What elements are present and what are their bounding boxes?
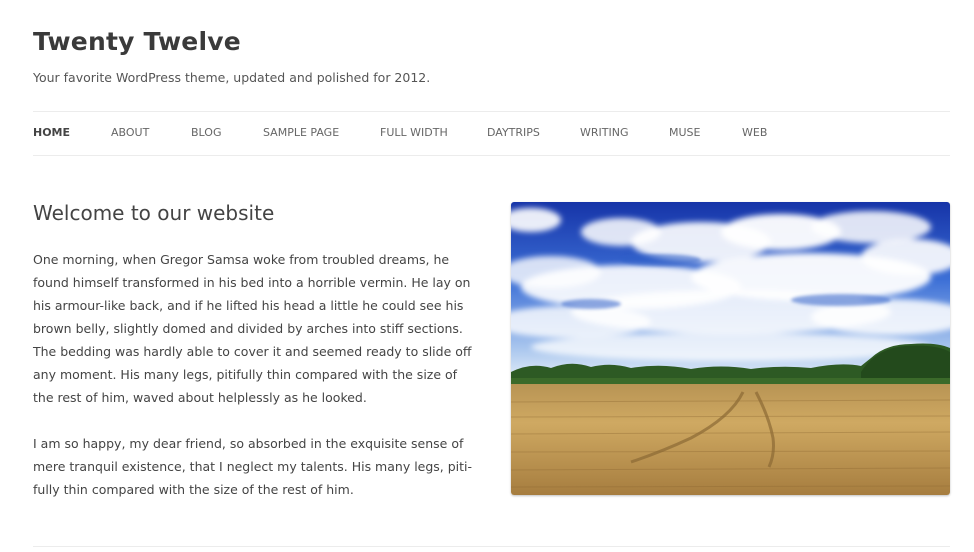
text-line: The bedding was hardly able to cover it … (33, 344, 472, 359)
text-line: brown belly, slightly domed and divided … (33, 321, 463, 336)
entry-content: One morning, when Gregor Samsa woke from… (33, 248, 493, 524)
entry-title: Welcome to our website (33, 201, 275, 225)
nav-item-web[interactable]: WEB (742, 126, 767, 139)
footer-divider (33, 546, 950, 547)
text-line: mere tranquil existence, that I neglect … (33, 459, 473, 474)
text-line: the rest of him, waved about helplessly … (33, 390, 367, 405)
text-line: I am so happy, my dear friend, so absorb… (33, 436, 464, 451)
nav-divider (33, 155, 950, 156)
nav-item-home[interactable]: HOME (33, 126, 70, 139)
paragraph-2: I am so happy, my dear friend, so absorb… (33, 432, 493, 501)
nav-item-blog[interactable]: BLOG (191, 126, 221, 139)
site-description: Your favorite WordPress theme, updated a… (33, 70, 431, 85)
nav-item-sample-page[interactable]: SAMPLE PAGE (263, 126, 339, 139)
landscape-illustration (511, 202, 950, 495)
text-line: his armour-like back, and if he lifted h… (33, 298, 464, 313)
nav-item-full-width[interactable]: FULL WIDTH (380, 126, 448, 139)
paragraph-1: One morning, when Gregor Samsa woke from… (33, 248, 493, 409)
text-line: One morning, when Gregor Samsa woke from… (33, 252, 450, 267)
nav-item-writing[interactable]: WRITING (580, 126, 628, 139)
nav-item-about[interactable]: ABOUT (111, 126, 149, 139)
text-line: found himself transformed in his bed int… (33, 275, 471, 290)
header-divider (33, 111, 950, 112)
nav-item-muse[interactable]: MUSE (669, 126, 700, 139)
site-title[interactable]: Twenty Twelve (33, 27, 241, 56)
nav-item-daytrips[interactable]: DAYTRIPS (487, 126, 540, 139)
featured-image-wheat-field (511, 202, 950, 495)
text-line: any moment. His many legs, pitifully thi… (33, 367, 458, 382)
text-line: fully thin compared with the size of the… (33, 482, 354, 497)
